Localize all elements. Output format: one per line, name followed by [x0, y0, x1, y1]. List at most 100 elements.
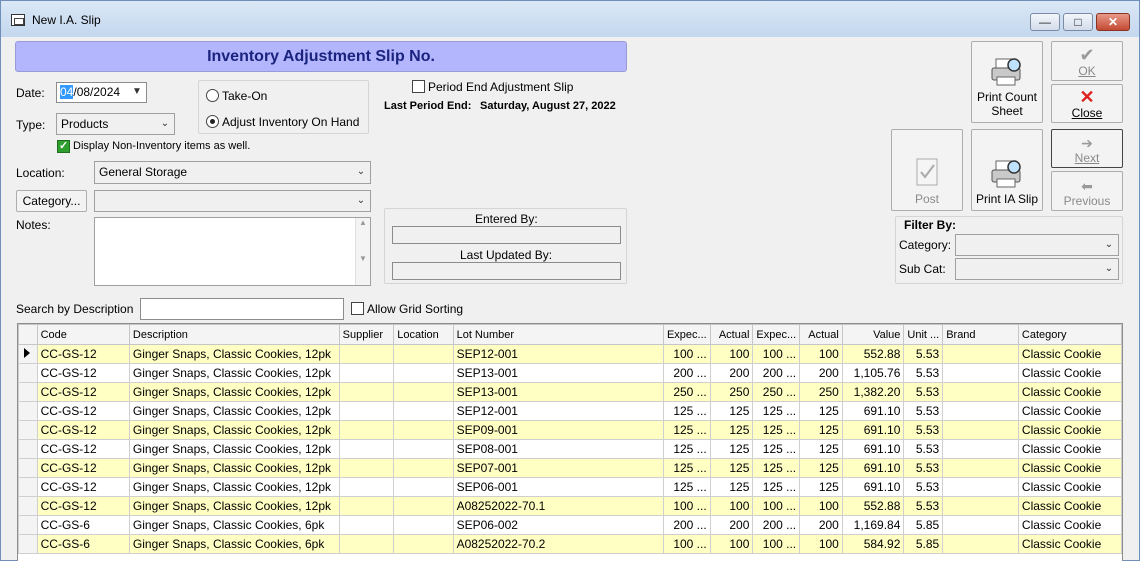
- non-inventory-checkbox[interactable]: [57, 139, 70, 153]
- table-cell[interactable]: SEP13-001: [452, 382, 664, 402]
- date-field[interactable]: 04/08/2024 ▼: [56, 82, 147, 103]
- table-cell[interactable]: 125: [799, 439, 843, 459]
- table-row[interactable]: CC-GS-12 Ginger Snaps, Classic Cookies, 1…: [18, 420, 1122, 440]
- location-select[interactable]: General Storage ⌄: [94, 161, 371, 184]
- table-cell[interactable]: 100: [709, 344, 754, 364]
- previous-button[interactable]: ⬅ Previous: [1051, 171, 1123, 211]
- table-cell[interactable]: [338, 534, 395, 554]
- column-header[interactable]: Code: [36, 324, 130, 345]
- table-cell[interactable]: [338, 439, 395, 459]
- table-row[interactable]: CC-GS-12 Ginger Snaps, Classic Cookies, 1…: [18, 477, 1122, 497]
- table-cell[interactable]: Ginger Snaps, Classic Cookies, 12pk: [128, 477, 340, 497]
- table-cell[interactable]: [942, 363, 1019, 383]
- table-cell[interactable]: [338, 344, 395, 364]
- type-select[interactable]: Products ⌄: [56, 113, 175, 135]
- table-cell[interactable]: Classic Cookie: [1017, 344, 1122, 364]
- table-cell[interactable]: 200: [709, 363, 754, 383]
- table-cell[interactable]: [393, 420, 454, 440]
- table-cell[interactable]: Classic Cookie: [1017, 382, 1122, 402]
- table-cell[interactable]: Ginger Snaps, Classic Cookies, 12pk: [128, 382, 340, 402]
- table-cell[interactable]: [338, 515, 395, 535]
- table-cell[interactable]: 125: [799, 477, 843, 497]
- maximize-icon[interactable]: □: [1063, 13, 1093, 31]
- table-cell[interactable]: 100 ...: [662, 496, 711, 516]
- table-cell[interactable]: [338, 496, 395, 516]
- table-cell[interactable]: 691.10: [841, 401, 905, 421]
- table-cell[interactable]: 100 ...: [662, 344, 711, 364]
- row-indicator[interactable]: [18, 420, 38, 440]
- print-count-sheet-button[interactable]: Print Count Sheet: [971, 41, 1043, 123]
- table-cell[interactable]: [393, 439, 454, 459]
- table-cell[interactable]: 1,105.76: [841, 363, 905, 383]
- table-cell[interactable]: Classic Cookie: [1017, 515, 1122, 535]
- table-cell[interactable]: CC-GS-12: [36, 363, 130, 383]
- table-cell[interactable]: 100: [799, 344, 843, 364]
- table-row[interactable]: CC-GS-12 Ginger Snaps, Classic Cookies, 1…: [18, 401, 1122, 421]
- table-cell[interactable]: 100 ...: [752, 534, 801, 554]
- table-cell[interactable]: 100: [709, 534, 754, 554]
- table-cell[interactable]: CC-GS-12: [36, 344, 130, 364]
- table-cell[interactable]: Classic Cookie: [1017, 439, 1122, 459]
- table-cell[interactable]: 100: [799, 496, 843, 516]
- table-cell[interactable]: [942, 534, 1019, 554]
- table-cell[interactable]: [942, 439, 1019, 459]
- table-cell[interactable]: 125 ...: [752, 477, 801, 497]
- table-cell[interactable]: [338, 363, 395, 383]
- table-cell[interactable]: 1,169.84: [841, 515, 905, 535]
- table-cell[interactable]: 200 ...: [752, 363, 801, 383]
- table-cell[interactable]: 125: [709, 401, 754, 421]
- table-cell[interactable]: CC-GS-12: [36, 496, 130, 516]
- table-cell[interactable]: 250 ...: [662, 382, 711, 402]
- table-row[interactable]: CC-GS-12 Ginger Snaps, Classic Cookies, 1…: [18, 344, 1122, 364]
- table-cell[interactable]: 691.10: [841, 458, 905, 478]
- table-cell[interactable]: 125 ...: [662, 439, 711, 459]
- table-cell[interactable]: CC-GS-12: [36, 477, 130, 497]
- table-cell[interactable]: [393, 363, 454, 383]
- search-input[interactable]: [140, 298, 344, 320]
- table-cell[interactable]: 5.53: [903, 496, 944, 516]
- table-cell[interactable]: 125 ...: [662, 477, 711, 497]
- table-cell[interactable]: A08252022-70.2: [452, 534, 664, 554]
- table-cell[interactable]: 5.53: [903, 458, 944, 478]
- table-cell[interactable]: SEP08-001: [452, 439, 664, 459]
- table-cell[interactable]: Classic Cookie: [1017, 420, 1122, 440]
- table-cell[interactable]: 5.53: [903, 477, 944, 497]
- table-cell[interactable]: 125: [709, 420, 754, 440]
- table-cell[interactable]: [338, 477, 395, 497]
- table-cell[interactable]: 584.92: [841, 534, 905, 554]
- row-indicator[interactable]: [18, 477, 38, 497]
- filter-category-select[interactable]: ⌄: [955, 234, 1119, 256]
- column-header[interactable]: Actual: [709, 324, 754, 345]
- table-cell[interactable]: [338, 420, 395, 440]
- table-cell[interactable]: Classic Cookie: [1017, 496, 1122, 516]
- column-header[interactable]: Supplier: [338, 324, 395, 345]
- table-cell[interactable]: 125 ...: [752, 439, 801, 459]
- table-cell[interactable]: 5.53: [903, 401, 944, 421]
- row-indicator[interactable]: [18, 401, 38, 421]
- table-cell[interactable]: [942, 515, 1019, 535]
- table-cell[interactable]: 1,382.20: [841, 382, 905, 402]
- table-cell[interactable]: Ginger Snaps, Classic Cookies, 12pk: [128, 363, 340, 383]
- table-cell[interactable]: CC-GS-12: [36, 382, 130, 402]
- column-header[interactable]: Lot Number: [452, 324, 664, 345]
- close-window-icon[interactable]: ✕: [1096, 13, 1130, 31]
- row-indicator[interactable]: [18, 363, 38, 383]
- category-button[interactable]: Category...: [16, 190, 87, 212]
- row-indicator[interactable]: [18, 382, 38, 402]
- table-cell[interactable]: [942, 496, 1019, 516]
- table-cell[interactable]: 5.53: [903, 363, 944, 383]
- notes-textarea[interactable]: ▲ ▼: [94, 217, 371, 286]
- table-cell[interactable]: [942, 420, 1019, 440]
- take-on-radio[interactable]: [206, 89, 219, 102]
- table-cell[interactable]: [393, 344, 454, 364]
- column-header[interactable]: Brand: [942, 324, 1019, 345]
- table-cell[interactable]: SEP12-001: [452, 344, 664, 364]
- table-cell[interactable]: [393, 534, 454, 554]
- table-cell[interactable]: 691.10: [841, 477, 905, 497]
- table-cell[interactable]: 5.85: [903, 534, 944, 554]
- table-cell[interactable]: Classic Cookie: [1017, 363, 1122, 383]
- column-header[interactable]: Description: [128, 324, 340, 345]
- table-cell[interactable]: 5.85: [903, 515, 944, 535]
- table-cell[interactable]: Ginger Snaps, Classic Cookies, 6pk: [128, 515, 340, 535]
- row-indicator[interactable]: [18, 344, 38, 364]
